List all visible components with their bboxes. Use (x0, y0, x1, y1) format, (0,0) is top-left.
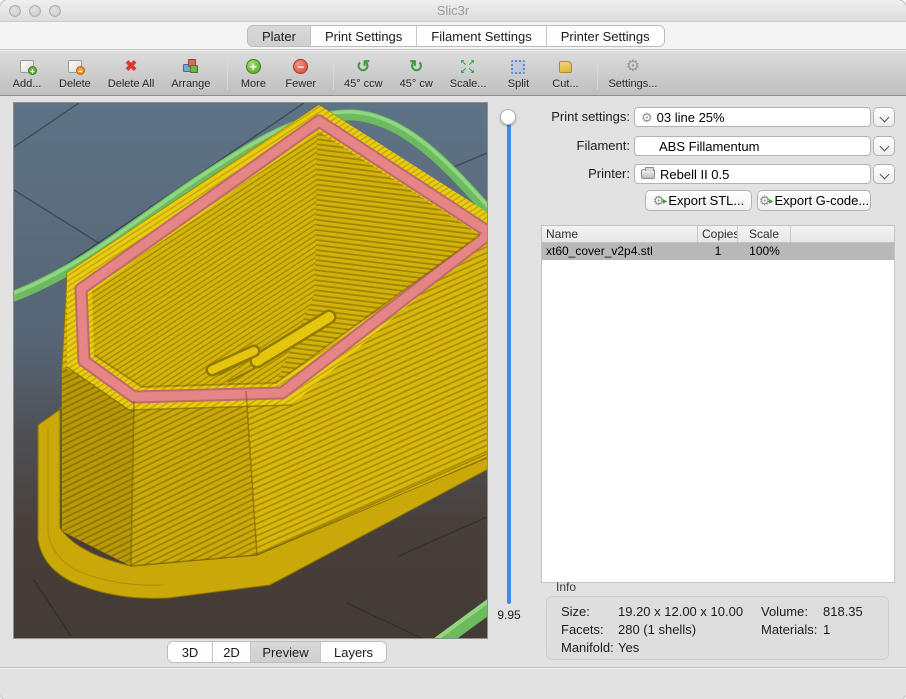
gear-icon: ⚙ (626, 57, 640, 77)
view-tabs: 3D 2D Preview Layers (167, 641, 387, 663)
scale-arrows-icon: ↖↗↙↘ (460, 57, 476, 77)
main-area: 9.95 3D 2D Preview Layers Print settings… (0, 96, 906, 699)
filament-label: Filament: (540, 136, 630, 156)
bottom-divider (0, 667, 906, 668)
tab-plater[interactable]: Plater (248, 26, 311, 46)
add-box-icon: + (20, 57, 34, 77)
gear-icon: ⚙ (641, 111, 653, 124)
object-list-header: Name Copies Scale (542, 226, 894, 243)
printer-icon (641, 169, 655, 179)
more-button[interactable]: + More (238, 57, 268, 90)
add-button[interactable]: + Add... (12, 57, 42, 90)
toolbar-separator (597, 56, 598, 90)
column-header-filler (791, 226, 894, 242)
3d-viewport[interactable] (14, 103, 487, 638)
settings-button[interactable]: ⚙ Settings... (608, 57, 657, 90)
object-copies-cell: 1 (698, 243, 738, 260)
table-row[interactable]: xt60_cover_v2p4.stl 1 100% (542, 243, 894, 260)
toolbar: + Add... − Delete ✖ Delete All Arrange +… (0, 50, 906, 96)
rotate-ccw-icon: ↺ (356, 57, 370, 77)
split-button[interactable]: Split (503, 57, 533, 90)
export-gcode-button[interactable]: ⚙ Export G-code... (757, 190, 871, 211)
toolbar-separator (227, 56, 228, 90)
view-tab-3d[interactable]: 3D (168, 642, 213, 662)
printer-value: Rebell II 0.5 (660, 167, 729, 182)
filament-value: ABS Fillamentum (659, 139, 759, 154)
cut-box-icon (559, 57, 572, 77)
rotate-cw-button[interactable]: ↻ 45° cw (400, 57, 433, 90)
red-minus-circle-icon: − (293, 57, 308, 77)
facets-label: Facets: (561, 622, 604, 637)
slic3r-window: Slic3r Plater Print Settings Filament Se… (0, 0, 906, 699)
export-stl-button[interactable]: ⚙ Export STL... (645, 190, 752, 211)
printer-dropdown-icon[interactable] (873, 164, 895, 184)
manifold-label: Manifold: (561, 640, 614, 655)
scale-button[interactable]: ↖↗↙↘ Scale... (450, 57, 487, 90)
filament-dropdown-icon[interactable] (873, 136, 895, 156)
materials-label: Materials: (761, 622, 817, 637)
layer-slider-value: 9.95 (487, 608, 531, 622)
main-tabs: Plater Print Settings Filament Settings … (247, 25, 665, 47)
green-plus-circle-icon: + (246, 57, 261, 77)
fewer-button[interactable]: − Fewer (285, 57, 316, 90)
size-value: 19.20 x 12.00 x 10.00 (618, 604, 743, 619)
column-header-name[interactable]: Name (542, 226, 698, 242)
print-settings-dropdown-icon[interactable] (873, 107, 895, 127)
export-icon: ⚙ (759, 194, 771, 207)
column-header-scale[interactable]: Scale (738, 226, 791, 242)
print-settings-combo[interactable]: ⚙ 03 line 25% (634, 107, 871, 127)
tab-print-settings[interactable]: Print Settings (311, 26, 417, 46)
size-label: Size: (561, 604, 590, 619)
manifold-value: Yes (618, 640, 639, 655)
object-scale-cell: 100% (738, 243, 791, 260)
print-settings-label: Print settings: (540, 107, 630, 127)
delete-all-button[interactable]: ✖ Delete All (108, 57, 154, 90)
view-tab-preview[interactable]: Preview (251, 642, 321, 662)
toolbar-separator (333, 56, 334, 90)
layer-slider-track[interactable] (507, 112, 511, 604)
print-settings-value: 03 line 25% (657, 110, 725, 125)
view-tab-2d[interactable]: 2D (213, 642, 251, 662)
arrange-cubes-icon (182, 57, 199, 77)
tab-printer-settings[interactable]: Printer Settings (547, 26, 664, 46)
cut-button[interactable]: Cut... (550, 57, 580, 90)
model-front-face (131, 391, 257, 566)
export-icon: ⚙ (653, 194, 665, 207)
printer-combo[interactable]: Rebell II 0.5 (634, 164, 871, 184)
tab-strip: Plater Print Settings Filament Settings … (0, 22, 906, 50)
object-list: Name Copies Scale xt60_cover_v2p4.stl 1 … (541, 225, 895, 583)
facets-value: 280 (1 shells) (618, 622, 696, 637)
layer-slider-handle[interactable] (500, 109, 516, 125)
arrange-button[interactable]: Arrange (171, 57, 210, 90)
object-name-cell: xt60_cover_v2p4.stl (542, 243, 698, 260)
red-x-icon: ✖ (125, 57, 138, 77)
split-dots-icon (511, 57, 525, 77)
column-header-copies[interactable]: Copies (698, 226, 738, 242)
rotate-ccw-button[interactable]: ↺ 45° ccw (344, 57, 383, 90)
info-section-title: Info (556, 580, 576, 594)
window-title: Slic3r (0, 0, 906, 22)
volume-label: Volume: (761, 604, 808, 619)
view-tab-layers[interactable]: Layers (321, 642, 386, 662)
volume-value: 818.35 (823, 604, 863, 619)
delete-box-icon: − (68, 57, 82, 77)
delete-button[interactable]: − Delete (59, 57, 91, 90)
materials-value: 1 (823, 622, 830, 637)
filament-combo[interactable]: ABS Fillamentum (634, 136, 871, 156)
title-bar: Slic3r (0, 0, 906, 22)
tab-filament-settings[interactable]: Filament Settings (417, 26, 546, 46)
printer-label: Printer: (540, 164, 630, 184)
info-box: Size: 19.20 x 12.00 x 10.00 Volume: 818.… (546, 596, 889, 660)
rotate-cw-icon: ↻ (409, 57, 423, 77)
